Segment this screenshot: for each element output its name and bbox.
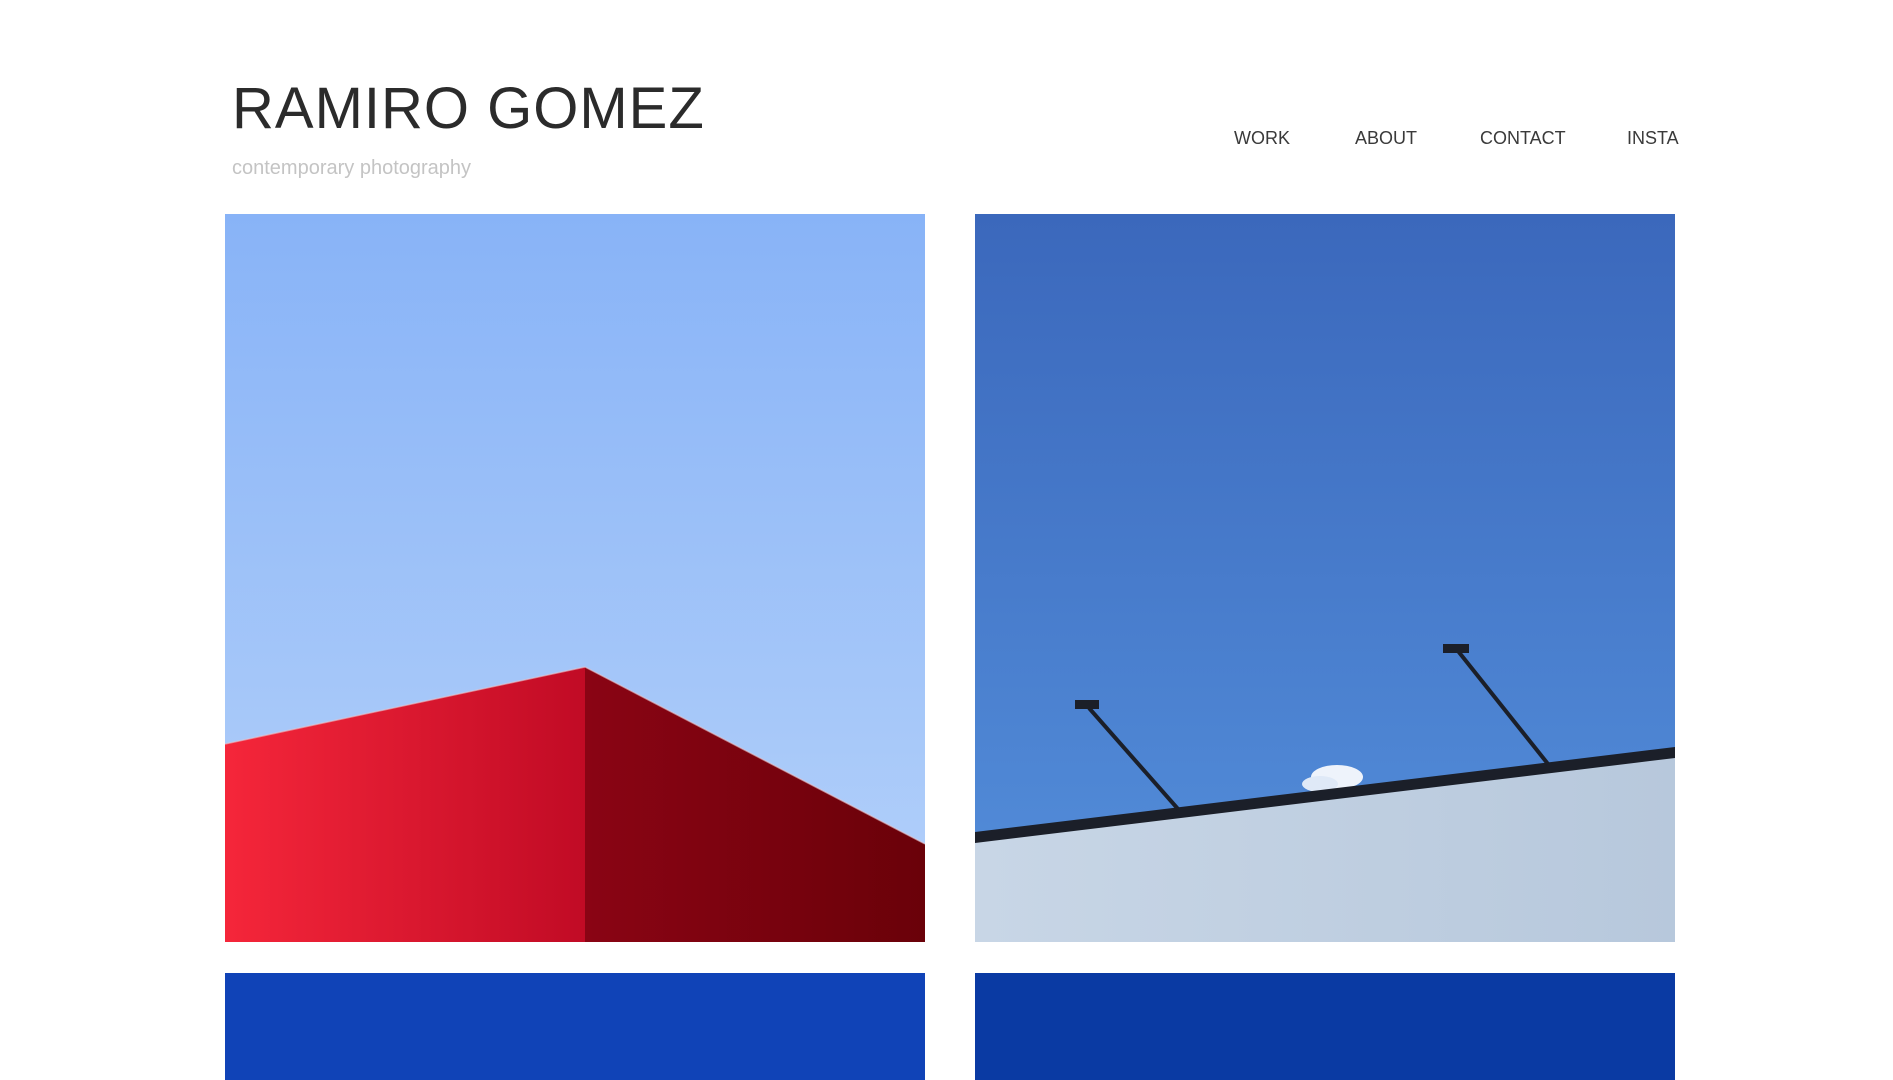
blue-wall-photo <box>225 973 925 1080</box>
nav-contact-link[interactable]: CONTACT <box>1480 126 1566 150</box>
gallery-photo-red-building[interactable] <box>225 214 925 942</box>
site-tagline: contemporary photography <box>232 157 472 179</box>
nav-insta-link[interactable]: INSTA <box>1627 126 1679 150</box>
nav-work-link[interactable]: WORK <box>1234 126 1290 150</box>
nav-about-link[interactable]: ABOUT <box>1355 126 1417 150</box>
rooftop-lamps-photo <box>975 214 1675 942</box>
page: RAMIRO GOMEZ contemporary photography WO… <box>0 0 1893 1080</box>
blue-sky-photo <box>975 973 1675 1080</box>
gallery-photo-blue-sky[interactable] <box>975 973 1675 1080</box>
gallery-photo-rooftop-lamps[interactable] <box>975 214 1675 942</box>
gallery-photo-blue-wall[interactable] <box>225 973 925 1080</box>
main-nav: WORK ABOUT CONTACT INSTA <box>0 126 1893 150</box>
red-building-photo <box>225 214 925 942</box>
